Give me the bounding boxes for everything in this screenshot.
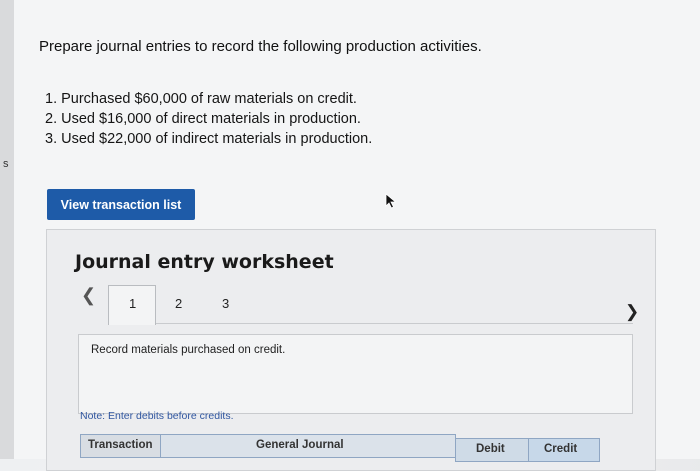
tab-1[interactable]: 1 [108, 285, 156, 325]
activity-item: 1. Purchased $60,000 of raw materials on… [45, 91, 357, 107]
tab-divider [153, 323, 633, 324]
worksheet-title: Journal entry worksheet [75, 251, 334, 273]
journal-entry-worksheet: Journal entry worksheet ❮ ❯ 1 2 3 Record… [46, 229, 656, 471]
debits-before-credits-note: Note: Enter debits before credits. [80, 410, 234, 422]
edge-glyph: s [3, 158, 9, 170]
instruction-text: Record materials purchased on credit. [91, 344, 286, 356]
header-label: Credit [544, 443, 578, 455]
tab-3[interactable]: 3 [222, 296, 229, 311]
tab-label: 2 [175, 296, 183, 311]
journal-table-header: Transaction General Journal Debit Credit [80, 434, 600, 462]
mouse-pointer-icon [385, 193, 397, 209]
question-prompt: Prepare journal entries to record the fo… [39, 38, 482, 55]
instruction-box: Record materials purchased on credit. [78, 334, 633, 414]
tab-2[interactable]: 2 [175, 296, 182, 311]
header-label: Debit [476, 443, 505, 455]
activity-item: 2. Used $16,000 of direct materials in p… [45, 111, 361, 127]
view-transaction-list-button[interactable]: View transaction list [47, 189, 195, 220]
tab-label: 1 [129, 296, 137, 311]
header-label: General Journal [256, 439, 344, 451]
chevron-left-icon[interactable]: ❮ [81, 285, 96, 306]
activity-item: 3. Used $22,000 of indirect materials in… [45, 131, 373, 147]
column-header-general-journal: General Journal [160, 434, 456, 458]
chevron-right-icon[interactable]: ❯ [625, 302, 639, 322]
activity-list: 1. Purchased $60,000 of raw materials on… [45, 89, 372, 149]
tab-label: 3 [222, 296, 230, 311]
header-label: Transaction [88, 439, 153, 451]
page-edge: s [0, 0, 14, 459]
column-header-debit: Debit [455, 438, 529, 462]
column-header-transaction: Transaction [80, 434, 161, 458]
column-header-credit: Credit [528, 438, 600, 462]
